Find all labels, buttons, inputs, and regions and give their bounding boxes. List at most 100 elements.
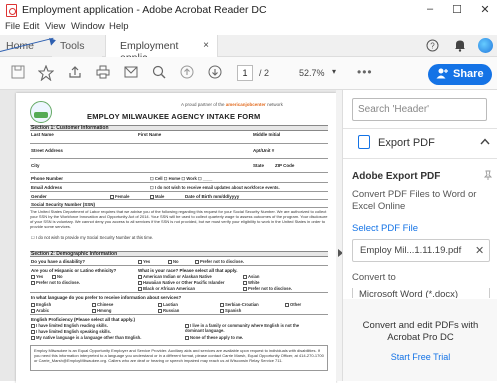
language-option[interactable]: Laotian — [158, 302, 178, 307]
language-row[interactable]: In what language do you prefer to receiv… — [30, 294, 328, 315]
email-row[interactable]: Email Address ☐ I do not wish to receive… — [30, 184, 328, 192]
employ-milwaukee-logo — [30, 101, 52, 123]
race-option[interactable]: Prefer not to disclose. — [243, 286, 292, 291]
menu-help[interactable]: Help — [109, 21, 129, 32]
document-viewer[interactable]: A proud partner of the americanjobcenter… — [0, 90, 341, 383]
share-upload-icon[interactable] — [66, 65, 84, 82]
phone-type-options[interactable]: ☐ Cell ☐ Home ☐ Work ☐ ____ — [150, 176, 212, 181]
save-icon[interactable] — [9, 65, 27, 82]
bookmark-star-icon[interactable] — [37, 64, 55, 84]
language-option[interactable]: Chinese — [92, 302, 113, 307]
language-option[interactable]: Arabic — [31, 308, 49, 313]
selected-file-name: Employ Mil...1.11.19.pdf — [360, 245, 462, 256]
race-option[interactable]: Asian — [243, 274, 259, 279]
notification-bell-icon[interactable] — [454, 39, 466, 55]
select-pdf-link[interactable]: Select PDF File — [352, 223, 418, 234]
race-option[interactable]: Hawaiian Native or Other Pacific Islande… — [138, 280, 224, 285]
add-person-icon — [436, 68, 448, 82]
zoom-level[interactable]: 52.7% — [299, 68, 325, 78]
partner-tagline: A proud partner of the americanjobcenter… — [181, 102, 283, 107]
english-option[interactable]: My native language is a language other t… — [31, 335, 141, 340]
share-button-label: Share — [453, 68, 484, 80]
search-zoom-icon[interactable] — [150, 65, 168, 82]
pin-icon[interactable] — [483, 170, 493, 183]
print-icon[interactable] — [94, 65, 112, 82]
disability-yes[interactable]: Yes — [138, 259, 150, 264]
phone-row[interactable]: Phone Number ☐ Cell ☐ Home ☐ Work ☐ ____ — [30, 174, 328, 183]
tab-tools[interactable]: Tools — [52, 35, 102, 57]
hispanic-label: Are you of Hispanic or Latino ethnicity? — [31, 268, 117, 273]
menu-file[interactable]: File — [5, 21, 20, 32]
panel-divider — [343, 128, 497, 129]
language-option[interactable]: Serbian-Croatian — [220, 302, 259, 307]
gender-female-option[interactable]: Female — [110, 194, 129, 199]
tab-close-icon[interactable]: × — [203, 40, 209, 51]
hispanic-no[interactable]: No — [52, 274, 63, 279]
tab-document[interactable]: Employment applic... × — [105, 35, 218, 64]
race-label: What is your race? Please select all tha… — [138, 268, 238, 273]
more-tools-icon[interactable]: ••• — [357, 65, 373, 79]
gender-male-option[interactable]: Male — [150, 194, 164, 199]
disability-row[interactable]: Do you have a disability? Yes No Prefer … — [30, 258, 328, 266]
zoom-dropdown-icon[interactable]: ▾ — [332, 67, 336, 76]
language-option[interactable]: Spanish — [220, 308, 241, 313]
menu-window[interactable]: Window — [71, 21, 105, 32]
tagline-prefix: A proud partner of the — [181, 102, 225, 107]
chevron-up-icon[interactable] — [480, 137, 490, 148]
ssn-row[interactable]: Social Security Number (SSN) — [30, 201, 328, 208]
pdf-page: A proud partner of the americanjobcenter… — [16, 93, 336, 383]
collapse-left-icon[interactable] — [5, 283, 23, 301]
hispanic-yes[interactable]: Yes — [31, 274, 43, 279]
maximize-button[interactable]: ☐ — [447, 3, 467, 16]
convert-to-label: Convert to — [352, 272, 396, 283]
language-option[interactable]: Russian — [158, 308, 179, 313]
gender-row[interactable]: Gender Female Male Date of Birth mm/dd/y… — [30, 193, 328, 200]
previous-page-icon[interactable] — [178, 65, 196, 82]
email-icon[interactable] — [122, 65, 140, 81]
start-free-trial-link[interactable]: Start Free Trial — [343, 352, 497, 362]
share-button[interactable]: Share — [428, 64, 492, 85]
street-row[interactable]: Street Address Apt/Unit # — [30, 145, 328, 159]
search-input[interactable]: Search 'Header' — [352, 98, 487, 121]
selected-file-box[interactable]: Employ Mil...1.11.19.pdf ✕ — [352, 239, 490, 262]
equal-opportunity-notice: Employ Milwaukee is an Equal Opportunity… — [30, 345, 328, 371]
tab-home[interactable]: Home — [0, 35, 52, 57]
english-option[interactable]: I have limited English speaking skills. — [31, 329, 111, 334]
hispanic-prefer-not[interactable]: Prefer not to disclose. — [31, 280, 80, 285]
race-option[interactable]: American Indian or Alaskan Native — [138, 274, 212, 279]
language-option[interactable]: English — [31, 302, 51, 307]
next-page-icon[interactable] — [206, 65, 224, 82]
export-pdf-label[interactable]: Export PDF — [378, 137, 435, 149]
english-option[interactable]: I have limited English reading skills. — [31, 323, 108, 328]
zip-label: ZIP Code — [275, 163, 295, 168]
ssn-optout-checkbox[interactable]: ☐ I do not wish to provide my Social Sec… — [31, 235, 153, 240]
email-optout-checkbox[interactable]: ☐ I do not wish to receive email updates… — [150, 185, 280, 190]
name-row[interactable]: Last Name First Name Middle Initial — [30, 132, 328, 144]
english-option[interactable]: None of these apply to me. — [185, 335, 243, 340]
format-dropdown[interactable]: Microsoft Word (*.docx) — [352, 288, 490, 298]
menu-edit[interactable]: Edit — [23, 21, 39, 32]
page-number-input[interactable]: 1 — [237, 65, 253, 81]
help-icon[interactable]: ? — [426, 39, 439, 55]
middle-initial-label: Middle Initial — [253, 132, 281, 137]
language-option[interactable]: Hmong — [92, 308, 111, 313]
export-description: Convert PDF Files to Word or Excel Onlin… — [352, 189, 477, 212]
user-avatar[interactable] — [478, 38, 493, 53]
english-option[interactable]: I live in a family or community where En… — [185, 323, 315, 333]
dob-label: Date of Birth mm/dd/yyyy — [185, 194, 240, 199]
acrobat-app-icon — [6, 4, 17, 17]
race-option[interactable]: White — [243, 280, 259, 285]
first-name-label: First Name — [138, 132, 162, 137]
english-proficiency-row[interactable]: English Proficiency (Please select all t… — [30, 316, 328, 342]
minimize-button[interactable]: – — [420, 3, 440, 15]
disability-no[interactable]: No — [168, 259, 179, 264]
language-option[interactable]: Other — [285, 302, 301, 307]
close-window-button[interactable]: ✕ — [475, 3, 495, 16]
menu-view[interactable]: View — [45, 21, 65, 32]
tagline-brand: americanjobcenter — [225, 102, 266, 107]
disability-prefer-not[interactable]: Prefer not to disclose. — [195, 259, 244, 264]
ethnicity-race-row[interactable]: Are you of Hispanic or Latino ethnicity?… — [30, 267, 328, 293]
remove-file-icon[interactable]: ✕ — [475, 244, 484, 257]
race-option[interactable]: Black or African American — [138, 286, 195, 291]
city-row[interactable]: City State ZIP Code — [30, 160, 328, 173]
